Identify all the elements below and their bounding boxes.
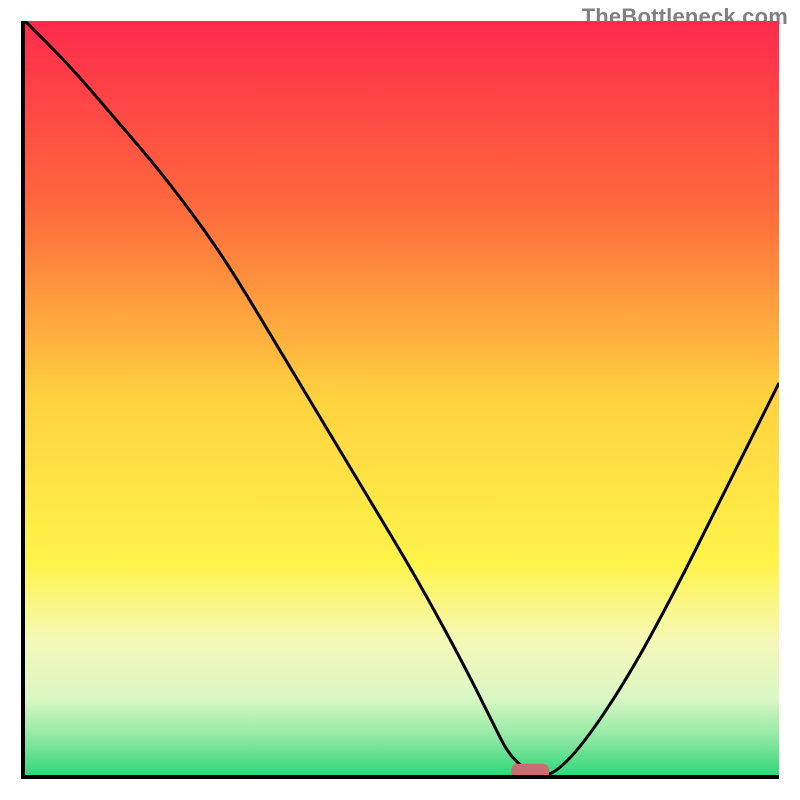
axes-frame xyxy=(21,21,779,779)
chart-canvas: TheBottleneck.com xyxy=(0,0,800,800)
